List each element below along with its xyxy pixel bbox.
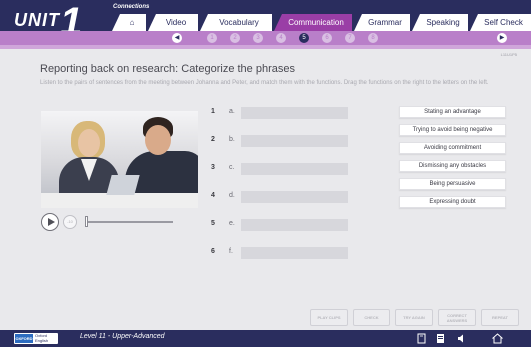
draggable-option[interactable]: Being persuasive xyxy=(399,178,506,190)
pager-bar: ◀ 1 2 3 4 5 6 7 8 ▶ xyxy=(0,31,531,45)
drop-slot[interactable] xyxy=(241,135,348,147)
play-clips-button[interactable]: PLAY CLIPS xyxy=(310,309,348,326)
row-number: 5 xyxy=(211,220,215,227)
tab-vocabulary[interactable]: Vocabulary xyxy=(200,14,272,31)
page-dot[interactable]: 7 xyxy=(345,33,355,43)
answer-row: 6 f. xyxy=(211,247,351,260)
book-icon[interactable] xyxy=(416,333,427,344)
tab-self-check[interactable]: Self Check xyxy=(470,14,531,31)
row-number: 3 xyxy=(211,164,215,171)
drop-slot[interactable] xyxy=(241,163,348,175)
answer-row: 5 e. xyxy=(211,219,351,232)
row-letter: c. xyxy=(229,164,235,171)
check-button[interactable]: CHECK xyxy=(353,309,390,326)
video-laptop xyxy=(106,175,140,195)
row-number: 2 xyxy=(211,136,215,143)
repeat-button[interactable]: REPEAT xyxy=(481,309,519,326)
answer-row: 4 d. xyxy=(211,191,351,204)
page-dot[interactable]: 3 xyxy=(253,33,263,43)
video-figure xyxy=(145,125,171,155)
drop-slot[interactable] xyxy=(241,191,348,203)
pager-strip xyxy=(0,45,531,49)
row-letter: f. xyxy=(229,248,233,255)
app-frame: UNIT 1 Connections ⌂ Video Vocabulary Co… xyxy=(0,0,531,347)
draggable-option[interactable]: Stating an advantage xyxy=(399,106,506,118)
play-icon xyxy=(48,218,55,226)
page-dot[interactable]: 4 xyxy=(276,33,286,43)
row-letter: d. xyxy=(229,192,235,199)
row-letter: a. xyxy=(229,108,235,115)
draggable-option[interactable]: Dismissing any obstacles xyxy=(399,160,506,172)
row-number: 6 xyxy=(211,248,215,255)
video-desk xyxy=(41,193,198,208)
page-id: L11U1P5 xyxy=(500,52,517,57)
page-title: Reporting back on research: Categorize t… xyxy=(40,63,295,75)
tab-grammar[interactable]: Grammar xyxy=(354,14,410,31)
home-icon[interactable] xyxy=(491,333,504,344)
next-page-button[interactable]: ▶ xyxy=(497,33,507,43)
draggable-option[interactable]: Expressing doubt xyxy=(399,196,506,208)
row-number: 1 xyxy=(211,108,215,115)
answer-row: 3 c. xyxy=(211,163,351,176)
page-dot[interactable]: 1 xyxy=(207,33,217,43)
progress-track[interactable] xyxy=(85,221,173,223)
page-dot[interactable]: 2 xyxy=(230,33,240,43)
section-title: Connections xyxy=(113,4,150,10)
page-dot-current[interactable]: 5 xyxy=(299,33,309,43)
prev-page-button[interactable]: ◀ xyxy=(172,33,182,43)
tab-speaking[interactable]: Speaking xyxy=(412,14,468,31)
tab-communication[interactable]: Communication xyxy=(274,14,352,31)
draggable-option[interactable]: Avoiding commitment xyxy=(399,142,506,154)
video-figure xyxy=(78,129,100,157)
play-button[interactable] xyxy=(41,213,59,231)
drop-slot[interactable] xyxy=(241,107,348,119)
oxford-logo: OXFORD Oxford English xyxy=(14,333,58,344)
row-number: 4 xyxy=(211,192,215,199)
draggable-option[interactable]: Trying to avoid being negative xyxy=(399,124,506,136)
tab-video[interactable]: Video xyxy=(148,14,198,31)
level-label: Level 11 - Upper-Advanced xyxy=(80,333,165,340)
progress-handle[interactable] xyxy=(85,216,88,227)
answer-row: 1 a. xyxy=(211,107,351,120)
row-letter: e. xyxy=(229,220,235,227)
try-again-button[interactable]: TRY AGAIN xyxy=(395,309,433,326)
drop-slot[interactable] xyxy=(241,247,348,259)
unit-label: UNIT xyxy=(14,10,60,30)
logo-text: Oxford English xyxy=(35,333,49,343)
tab-home[interactable]: ⌂ xyxy=(112,14,146,31)
footer: OXFORD Oxford English Level 11 - Upper-A… xyxy=(0,330,531,347)
drop-slot[interactable] xyxy=(241,219,348,231)
rewind-button[interactable]: -10 xyxy=(63,215,77,229)
instructions: Listen to the pairs of sentences from th… xyxy=(40,80,489,86)
answer-row: 2 b. xyxy=(211,135,351,148)
page-dot[interactable]: 8 xyxy=(368,33,378,43)
correct-answers-button[interactable]: CORRECT ANSWERS xyxy=(438,309,476,326)
notebook-icon[interactable] xyxy=(435,333,446,344)
page-dot[interactable]: 6 xyxy=(322,33,332,43)
logo-badge: OXFORD xyxy=(15,334,33,343)
volume-icon[interactable] xyxy=(456,333,467,344)
row-letter: b. xyxy=(229,136,235,143)
video-frame[interactable] xyxy=(41,111,198,208)
